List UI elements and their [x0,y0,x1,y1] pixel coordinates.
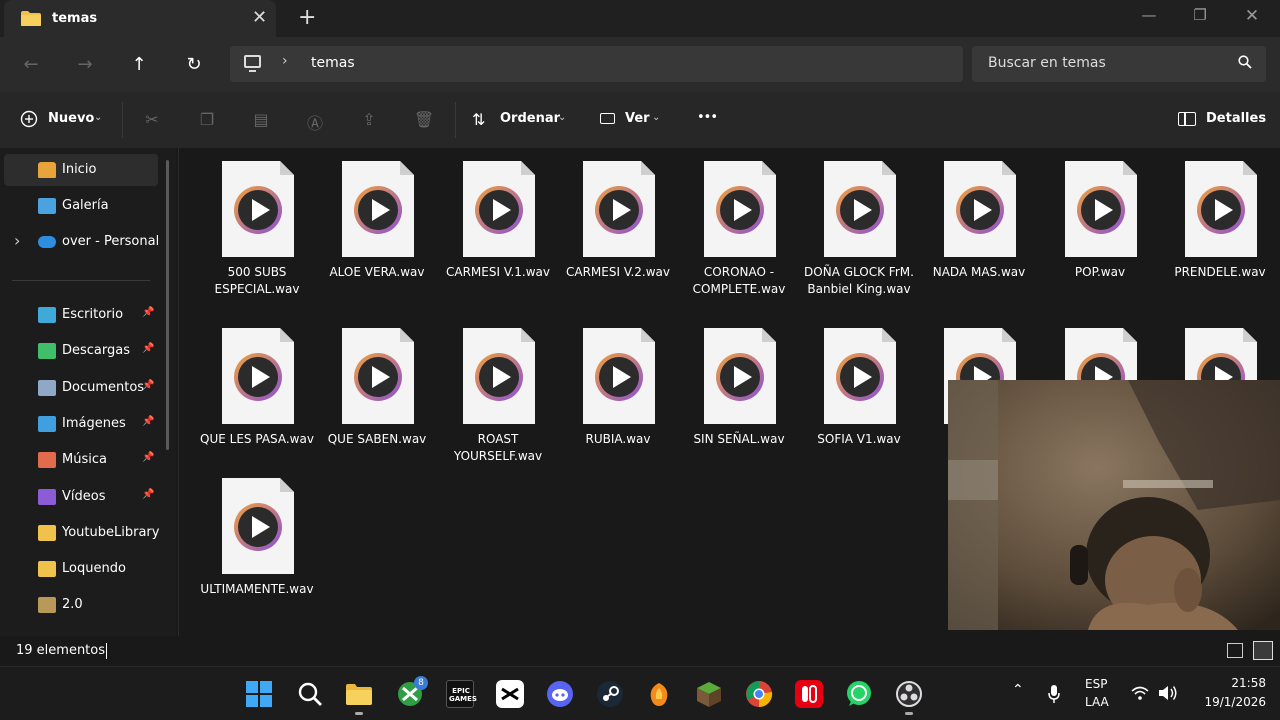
audio-file-icon [704,161,776,257]
item-count: 19 elementos [16,643,106,658]
webcam-image [948,380,1280,630]
file-name: RUBIA.wav [585,432,651,446]
taskbar: 8 EPIC GAMES ⌃ ESP LAA 21:58 19/1/2026 [0,666,1280,720]
file-name: 500 SUBS ESPECIAL.wav [214,265,300,296]
file-name: CORONAO - COMPLETE.wav [692,265,786,296]
audio-file-icon [342,161,414,257]
xbox-notification-badge: 8 [414,676,428,690]
file-name: NADA MAS.wav [932,265,1026,279]
volume-icon[interactable] [1158,684,1178,702]
keyboard-layout[interactable]: LAA [1085,695,1109,709]
obs-icon[interactable] [895,680,923,708]
minecraft-icon[interactable] [695,680,723,708]
file-name: ALOE VERA.wav [329,265,425,279]
audio-file-icon [1185,161,1257,257]
file-name: CARMESI V.1.wav [445,265,551,279]
file-name: SIN SEÑAL.wav [693,432,785,446]
file-name: PRENDELE.wav [1174,265,1266,279]
audio-file-icon [704,328,776,424]
audio-file-icon [824,161,896,257]
audio-file-icon [583,328,655,424]
file-name: ULTIMAMENTE.wav [200,582,314,596]
clock-date[interactable]: 19/1/2026 [1186,695,1266,709]
audio-file-icon [463,328,535,424]
start-icon[interactable] [245,680,273,708]
audio-file-icon [222,478,294,574]
audio-file-icon [342,328,414,424]
status-bar: 19 elementos [0,636,1280,666]
language-code[interactable]: ESP [1085,677,1107,691]
whatsapp-icon[interactable] [845,680,873,708]
file-explorer-icon[interactable] [345,680,373,708]
epic-games-icon[interactable]: EPIC GAMES [446,680,477,708]
file-name: QUE LES PASA.wav [200,432,314,446]
details-view-icon[interactable] [1227,643,1243,658]
file-name: POP.wav [1074,265,1126,279]
file-name: DOÑA GLOCK FrM. Banbiel King.wav [804,265,914,296]
capcut-icon[interactable] [496,680,524,708]
audio-file-icon [463,161,535,257]
large-icons-view-icon[interactable] [1253,641,1273,660]
file-name: QUE SABEN.wav [327,432,427,446]
running-indicator [905,712,913,715]
discord-icon[interactable] [546,680,574,708]
epic-logo: EPIC GAMES [449,687,477,703]
clock-time[interactable]: 21:58 [1196,676,1266,690]
running-indicator [355,712,363,715]
audio-file-icon [222,328,294,424]
chrome-icon[interactable] [745,680,773,708]
show-hidden-icons-icon[interactable]: ⌃ [1012,682,1024,698]
file-name: CARMESI V.2.wav [565,265,671,279]
fl-studio-icon[interactable] [645,680,673,708]
webcam-overlay [948,380,1280,630]
microphone-icon[interactable] [1047,684,1061,704]
wifi-icon[interactable] [1131,685,1149,701]
audio-file-icon [824,328,896,424]
audio-file-icon [1065,161,1137,257]
text-cursor [106,643,107,659]
audio-file-icon [944,161,1016,257]
audio-file-icon [222,161,294,257]
steam-icon[interactable] [596,680,624,708]
file-name: ROAST YOURSELF.wav [453,432,543,463]
nintendo-switch-icon[interactable] [795,680,823,708]
audio-file-icon [583,161,655,257]
search-taskbar-icon[interactable] [296,680,324,708]
file-name: SOFIA V1.wav [817,432,901,446]
